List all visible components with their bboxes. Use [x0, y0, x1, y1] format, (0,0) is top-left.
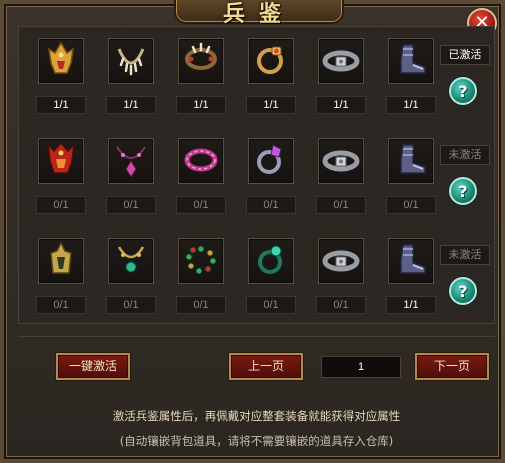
equipment-slot[interactable] — [175, 135, 227, 187]
equipment-slot[interactable] — [105, 235, 157, 287]
dragon-boots-icon — [391, 239, 431, 283]
equipment-slot[interactable] — [35, 135, 87, 187]
slot-frame — [388, 138, 434, 184]
crystal-ring-icon — [251, 139, 291, 183]
armory-panel: 兵鉴 ✕ 1/1 1/1 1/1 1/1 1/1 1/1 已激活? 0/1 0/1 0/1 0/1… — [0, 0, 505, 463]
item-count: 0/1 — [176, 296, 226, 314]
one-click-activate-button[interactable]: 一键激活 — [56, 353, 130, 380]
next-page-button[interactable]: 下一页 — [415, 353, 489, 380]
item-count: 0/1 — [246, 196, 296, 214]
item-count: 1/1 — [36, 96, 86, 114]
set-row: 0/1 0/1 0/1 0/1 0/1 1/1 未激活? — [19, 231, 496, 331]
slot-frame — [108, 38, 154, 84]
equipment-slot[interactable] — [315, 35, 367, 87]
set-row: 0/1 0/1 0/1 0/1 0/1 0/1 未激活? — [19, 131, 496, 231]
window-title: 兵鉴 — [222, 1, 295, 27]
item-count: 0/1 — [36, 296, 86, 314]
slot-frame — [108, 238, 154, 284]
fang-bracelet-icon — [181, 39, 221, 83]
jade-necklace-icon — [111, 239, 151, 283]
slot-frame — [248, 38, 294, 84]
slot-frame — [178, 38, 224, 84]
slot-frame — [38, 138, 84, 184]
pink-bracelet-icon — [181, 139, 221, 183]
item-count: 0/1 — [316, 296, 366, 314]
set-status-badge: 未激活 — [440, 145, 490, 165]
slot-frame — [388, 38, 434, 84]
dragon-boots-icon — [391, 139, 431, 183]
equipment-slot[interactable] — [105, 135, 157, 187]
red-helmet-icon — [41, 139, 81, 183]
tip-line-1: 激活兵鉴属性后，再佩戴对应整套装备就能获得对应属性 — [112, 409, 401, 423]
prev-page-button[interactable]: 上一页 — [229, 353, 303, 380]
equipment-slot[interactable] — [385, 135, 437, 187]
bead-bracelet-icon — [181, 239, 221, 283]
item-count: 1/1 — [106, 96, 156, 114]
set-row: 1/1 1/1 1/1 1/1 1/1 1/1 已激活? — [19, 31, 496, 131]
gold-ring-icon — [251, 39, 291, 83]
help-icon[interactable]: ? — [449, 277, 477, 305]
equipment-slot[interactable] — [175, 235, 227, 287]
equipment-grid: 1/1 1/1 1/1 1/1 1/1 1/1 已激活? 0/1 0/1 0/1 0/1 0/1 0/… — [18, 26, 495, 324]
page-number-field[interactable]: 1 — [321, 356, 401, 378]
item-count: 0/1 — [246, 296, 296, 314]
item-count: 1/1 — [316, 96, 366, 114]
title-plate: 兵鉴 — [174, 0, 344, 27]
bone-necklace-icon — [111, 39, 151, 83]
crystal-necklace-icon — [111, 139, 151, 183]
tip-line-2: (自动镶嵌背包道具，请将不需要镶嵌的道具存入仓库) — [119, 434, 394, 448]
item-count: 1/1 — [386, 96, 436, 114]
silver-belt-icon — [321, 39, 361, 83]
dragon-boots-icon — [391, 39, 431, 83]
equipment-slot[interactable] — [315, 135, 367, 187]
equipment-slot[interactable] — [35, 235, 87, 287]
slot-frame — [318, 238, 364, 284]
item-count: 1/1 — [386, 296, 436, 314]
slot-frame — [388, 238, 434, 284]
equipment-slot[interactable] — [105, 35, 157, 87]
item-count: 1/1 — [246, 96, 296, 114]
item-count: 0/1 — [316, 196, 366, 214]
help-icon[interactable]: ? — [449, 177, 477, 205]
slot-frame — [178, 138, 224, 184]
set-status-badge: 未激活 — [440, 245, 490, 265]
equipment-slot[interactable] — [245, 235, 297, 287]
silver-belt-icon — [321, 139, 361, 183]
jade-ring-icon — [251, 239, 291, 283]
divider — [18, 336, 495, 337]
equipment-slot[interactable] — [315, 235, 367, 287]
slot-frame — [248, 238, 294, 284]
slot-frame — [318, 138, 364, 184]
item-count: 1/1 — [176, 96, 226, 114]
slot-frame — [108, 138, 154, 184]
slot-frame — [318, 38, 364, 84]
item-count: 0/1 — [36, 196, 86, 214]
set-status-badge: 已激活 — [440, 45, 490, 65]
item-count: 0/1 — [176, 196, 226, 214]
equipment-slot[interactable] — [175, 35, 227, 87]
slot-frame — [248, 138, 294, 184]
slot-frame — [178, 238, 224, 284]
equipment-slot[interactable] — [245, 35, 297, 87]
slot-frame — [38, 238, 84, 284]
silver-belt-icon — [321, 239, 361, 283]
help-icon[interactable]: ? — [449, 77, 477, 105]
gold-helmet-icon — [41, 39, 81, 83]
item-count: 0/1 — [106, 296, 156, 314]
jade-helmet-icon — [41, 239, 81, 283]
slot-frame — [38, 38, 84, 84]
equipment-slot[interactable] — [35, 35, 87, 87]
equipment-slot[interactable] — [385, 235, 437, 287]
equipment-slot[interactable] — [245, 135, 297, 187]
item-count: 0/1 — [386, 196, 436, 214]
equipment-slot[interactable] — [385, 35, 437, 87]
item-count: 0/1 — [106, 196, 156, 214]
